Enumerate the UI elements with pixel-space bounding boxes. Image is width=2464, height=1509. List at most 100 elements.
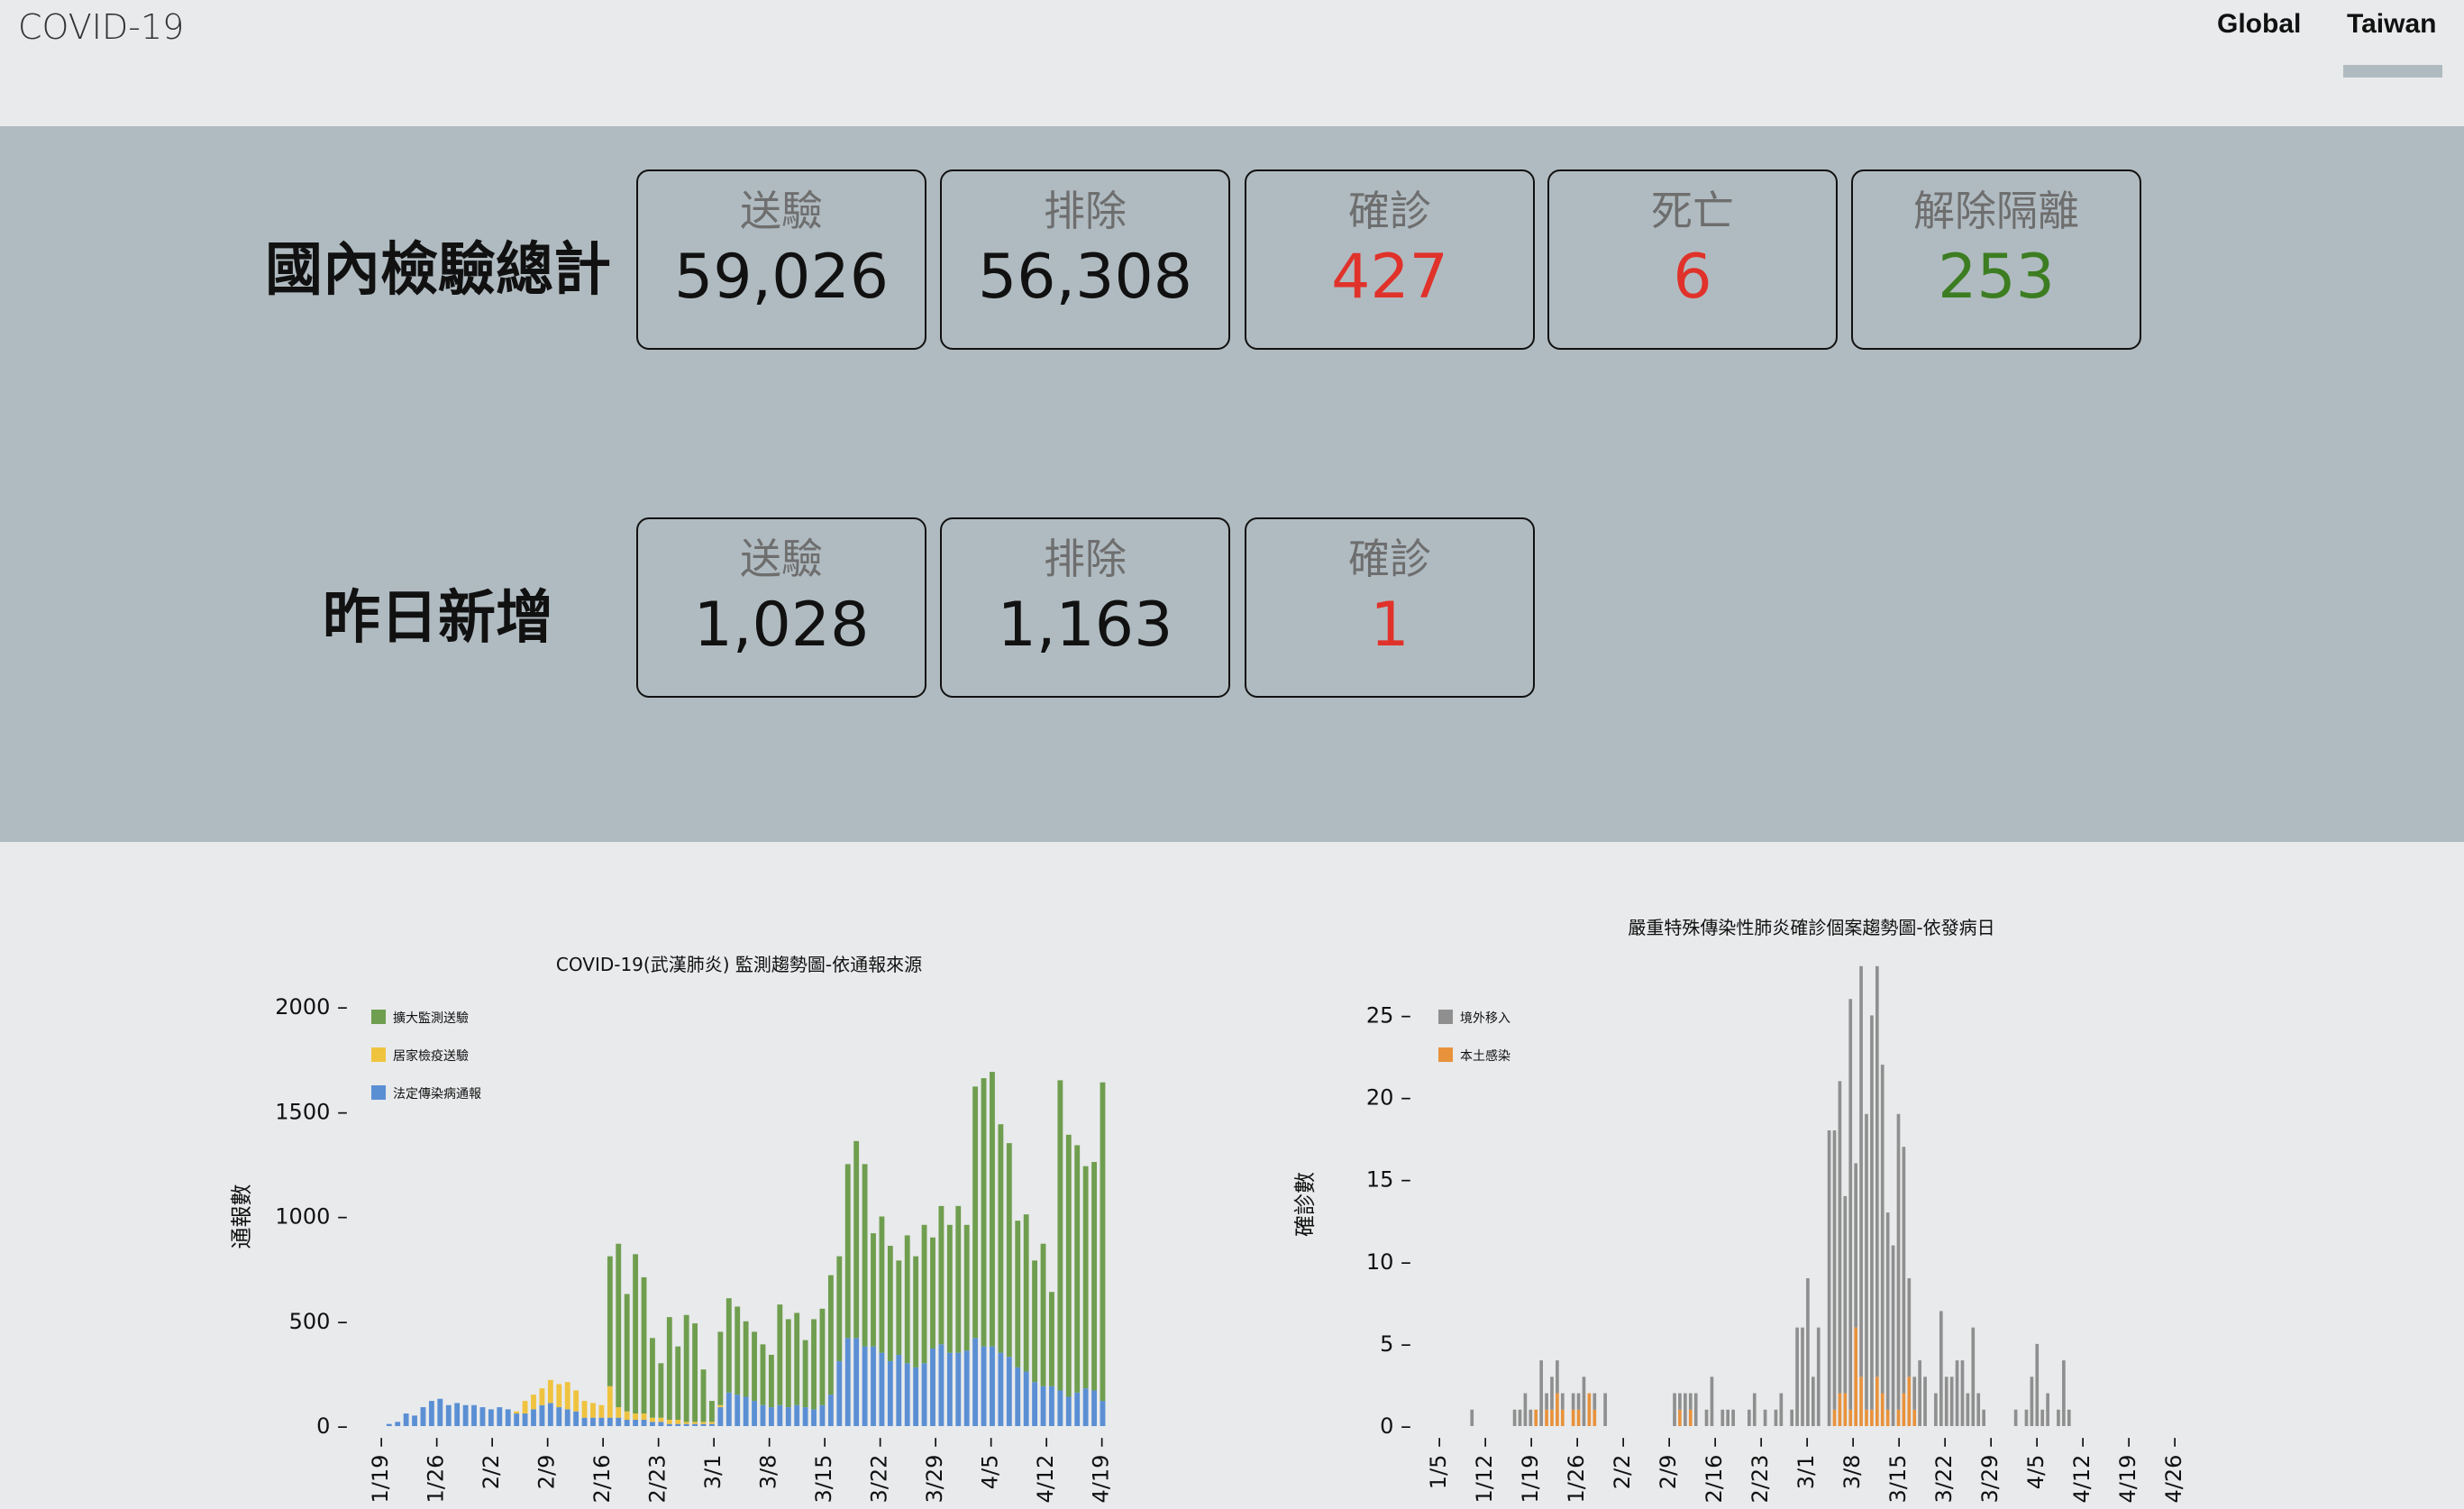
bar xyxy=(743,1321,749,1397)
bar xyxy=(607,1386,613,1418)
bar xyxy=(1832,1409,1837,1426)
bar xyxy=(1560,1393,1565,1410)
bar xyxy=(963,1350,970,1426)
bar xyxy=(1576,1409,1581,1426)
bar xyxy=(522,1413,528,1426)
x-tick-label: 3/29 – xyxy=(922,1437,947,1504)
x-tick-label: 4/12 – xyxy=(2069,1437,2094,1504)
bar xyxy=(522,1401,528,1414)
bar xyxy=(990,1346,995,1426)
x-tick-label: 1/26 – xyxy=(1564,1437,1589,1504)
x-tick-label: 2/2 – xyxy=(1610,1437,1635,1489)
bar xyxy=(887,1246,893,1361)
bar xyxy=(547,1403,553,1426)
active-tab-indicator xyxy=(2343,65,2442,78)
bar xyxy=(1603,1393,1607,1426)
bar xyxy=(2057,1409,2060,1426)
totals-card-deaths: 死亡 6 xyxy=(1547,169,1838,350)
totals-card-excluded: 排除 56,308 xyxy=(940,169,1230,350)
bar xyxy=(1854,1163,1857,1328)
bar xyxy=(700,1369,707,1422)
bar xyxy=(531,1409,536,1426)
bar xyxy=(752,1331,757,1402)
bar xyxy=(836,1360,843,1426)
bar xyxy=(726,1392,732,1426)
bar xyxy=(1918,1360,1921,1426)
bar xyxy=(1934,1393,1938,1426)
bar xyxy=(1534,1409,1538,1426)
bar xyxy=(590,1417,596,1426)
bar xyxy=(1720,1409,1725,1426)
bar xyxy=(666,1317,672,1421)
bar xyxy=(1907,1278,1912,1377)
bar xyxy=(683,1423,689,1426)
bar xyxy=(573,1411,579,1426)
x-tick-label: 1/19 – xyxy=(1518,1437,1543,1504)
legend-label: 居家檢疫送驗 xyxy=(393,1048,469,1064)
bar xyxy=(1032,1382,1038,1426)
app-brand[interactable]: COVID-19 xyxy=(18,7,184,47)
bar xyxy=(1827,1130,1831,1426)
x-tick-label: 3/8 – xyxy=(1839,1437,1865,1489)
bar xyxy=(726,1298,732,1393)
bar xyxy=(1865,1409,1868,1426)
bar xyxy=(1545,1409,1548,1426)
yesterday-title: 昨日新增 xyxy=(323,585,553,652)
bar xyxy=(692,1422,698,1424)
card-value: 1,028 xyxy=(693,590,870,661)
bar xyxy=(896,1260,902,1355)
bar xyxy=(768,1354,774,1408)
bar xyxy=(785,1319,791,1408)
bar xyxy=(1944,1376,1948,1426)
bar xyxy=(633,1413,639,1421)
bar xyxy=(675,1423,681,1426)
legend-label: 擴大監測送驗 xyxy=(393,1011,469,1026)
card-label: 排除 xyxy=(1044,535,1127,583)
x-tick-label: 3/8 – xyxy=(756,1437,781,1489)
nav-global[interactable]: Global xyxy=(2217,9,2301,40)
x-tick-label: 1/5 – xyxy=(1426,1437,1451,1489)
bar xyxy=(624,1294,630,1412)
bar xyxy=(1091,1162,1097,1391)
bar xyxy=(437,1398,443,1426)
bar xyxy=(420,1407,426,1426)
bar xyxy=(717,1407,724,1426)
card-value: 1,163 xyxy=(997,590,1173,661)
bar xyxy=(1854,1327,1857,1426)
bar xyxy=(598,1404,605,1418)
bar xyxy=(633,1254,639,1414)
bar xyxy=(760,1344,766,1405)
bar xyxy=(709,1401,715,1422)
nav-taiwan[interactable]: Taiwan xyxy=(2347,9,2436,40)
y-tick-label: 15 – xyxy=(1366,1167,1411,1193)
bar xyxy=(1678,1409,1682,1426)
bar xyxy=(904,1235,910,1364)
bar xyxy=(717,1331,724,1405)
bar xyxy=(700,1422,707,1424)
bar xyxy=(607,1256,613,1386)
bar xyxy=(794,1312,800,1405)
x-tick-label: 4/19 – xyxy=(2115,1437,2140,1504)
bar xyxy=(2046,1393,2049,1426)
bar xyxy=(2040,1409,2045,1426)
bar xyxy=(1688,1393,1693,1410)
surveillance-chart-svg: COVID-19(武漢肺炎) 監測趨勢圖-依通報來源通報數 0 – 500 – 100… xyxy=(229,954,1114,1504)
bar xyxy=(1032,1260,1038,1383)
bar xyxy=(556,1407,562,1426)
yesterday-card-excluded: 排除 1,163 xyxy=(940,517,1230,698)
bar xyxy=(794,1404,800,1426)
bar xyxy=(573,1390,579,1412)
bar xyxy=(785,1407,791,1426)
legend-swatch xyxy=(1438,1010,1453,1024)
bar xyxy=(1040,1243,1046,1386)
bar xyxy=(1966,1393,1970,1426)
bar xyxy=(505,1409,511,1426)
x-tick-label: 3/1 – xyxy=(1793,1437,1819,1489)
bar xyxy=(556,1384,562,1408)
bar xyxy=(2013,1409,2018,1426)
bar xyxy=(2030,1376,2034,1426)
bar xyxy=(598,1417,605,1426)
legend-swatch xyxy=(371,1047,386,1062)
bar xyxy=(692,1323,698,1422)
bar xyxy=(887,1360,893,1426)
